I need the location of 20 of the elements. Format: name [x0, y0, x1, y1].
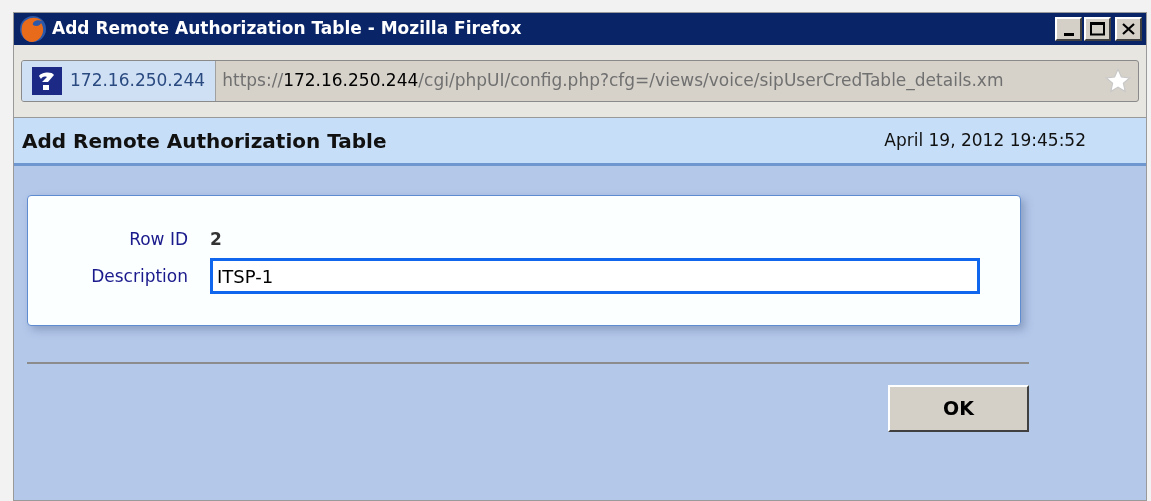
address-bar[interactable]: 172.16.250.244 https://172.16.250.244/cgi/phpUI/config.php?cfg=/views/voice/sipUserCredTable_details.xm [21, 60, 1139, 102]
maximize-icon [1090, 22, 1105, 36]
field-label: Row ID [128, 227, 188, 251]
description-field[interactable]: ITSP-1 [210, 258, 980, 295]
url-text: https://172.16.250.244/cgi/phpUI/config.php?cfg=/views/voice/sipUserCredTable_details.xm [221, 69, 1005, 93]
star-icon[interactable] [1104, 67, 1132, 95]
field-label: Description [90, 264, 188, 288]
row-id-value: 2 [210, 227, 222, 251]
close-icon [1122, 23, 1135, 35]
maximize-button[interactable] [1084, 17, 1111, 41]
minimize-icon [1063, 33, 1074, 36]
close-button[interactable] [1115, 17, 1142, 41]
minimize-button[interactable] [1055, 17, 1082, 41]
window-title: Add Remote Authorization Table - Mozilla Firefox [52, 17, 523, 41]
site-icon [32, 67, 62, 95]
site-identity-button[interactable]: 172.16.250.244 [22, 61, 217, 101]
site-identity-text: 172.16.250.244 [70, 69, 206, 93]
ok-button[interactable]: OK [888, 385, 1029, 432]
page-title: Add Remote Authorization Table [22, 127, 387, 155]
timestamp: April 19, 2012 19:45:52 [884, 128, 1086, 152]
